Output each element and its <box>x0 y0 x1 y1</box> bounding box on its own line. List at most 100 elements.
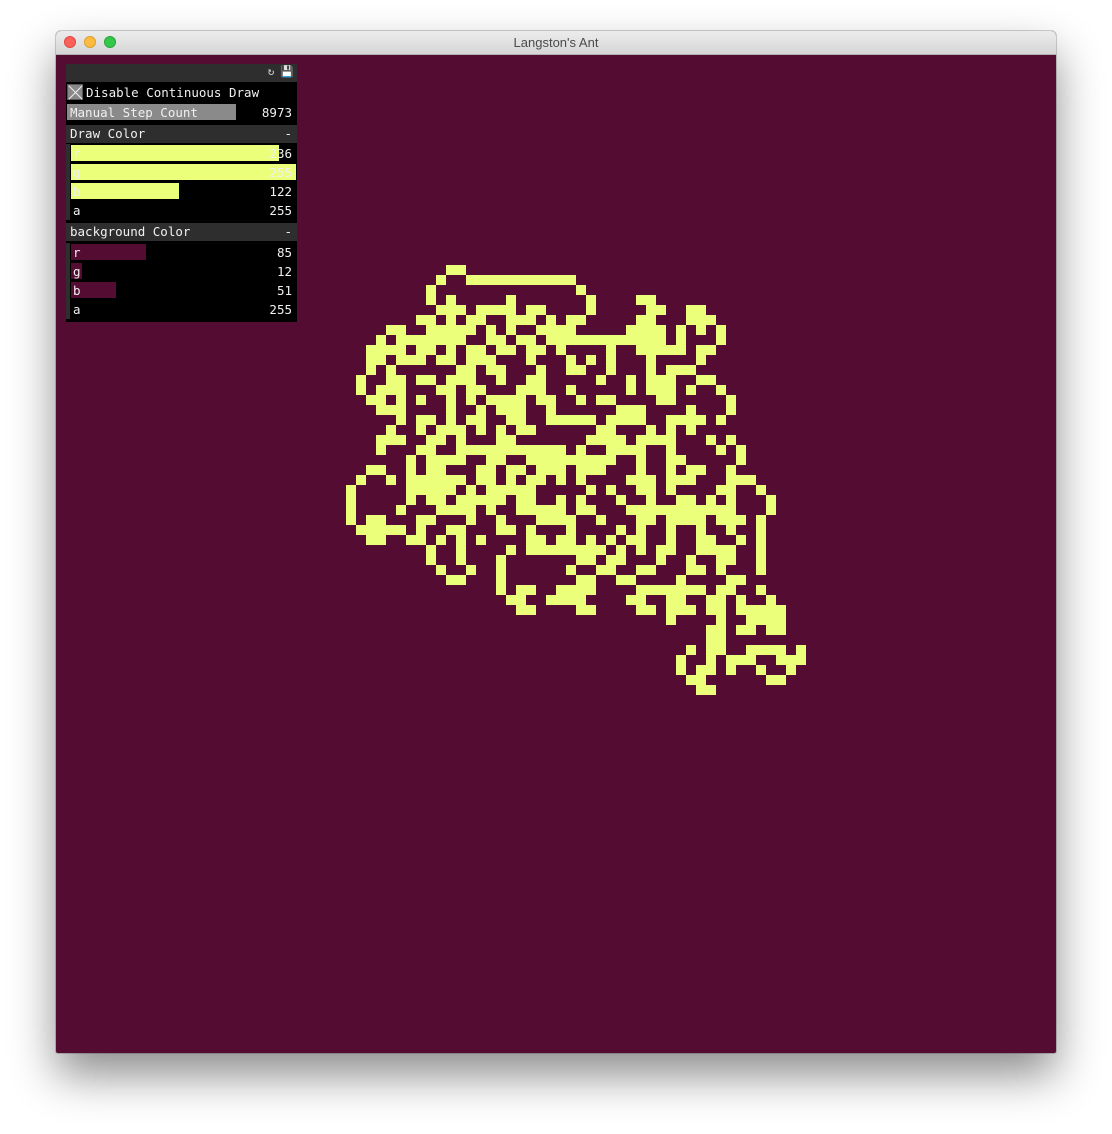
manual-step-count-slider[interactable]: Manual Step Count 8973 <box>66 103 297 122</box>
ant-cell <box>776 615 786 625</box>
ant-cell <box>566 365 576 375</box>
background-color-g-slider[interactable]: g 12 <box>66 262 297 281</box>
draw-color-r-slider[interactable]: r 236 <box>66 144 297 163</box>
ant-cell <box>566 385 576 395</box>
ant-cell <box>756 545 766 555</box>
ant-cell <box>766 505 776 515</box>
ant-cell <box>426 515 436 525</box>
collapse-draw-color-icon[interactable]: - <box>284 125 292 143</box>
ant-cell <box>606 355 616 365</box>
ant-cell <box>556 545 566 555</box>
ant-cell <box>496 365 506 375</box>
ant-cell <box>546 595 556 605</box>
ant-cell <box>736 575 746 585</box>
ant-cell <box>406 355 416 365</box>
background-color-group-header[interactable]: background Color - <box>66 223 297 241</box>
ant-cell <box>666 475 676 485</box>
save-icon[interactable]: 💾 <box>280 66 294 78</box>
background-color-a-slider[interactable]: a 255 <box>66 300 297 319</box>
ant-cell <box>396 505 406 515</box>
ant-cell <box>546 445 556 455</box>
ant-cell <box>726 545 736 555</box>
ant-cell <box>616 435 626 445</box>
ant-cell <box>516 415 526 425</box>
draw-color-group-header[interactable]: Draw Color - <box>66 125 297 143</box>
ant-cell <box>696 305 706 315</box>
checkbox-checked-icon[interactable] <box>67 84 83 100</box>
ant-cell <box>756 665 766 675</box>
draw-color-a-slider[interactable]: a 255 <box>66 201 297 220</box>
background-color-b-slider[interactable]: b 51 <box>66 281 297 300</box>
draw-color-b-slider[interactable]: b 122 <box>66 182 297 201</box>
reset-icon[interactable]: ↻ <box>265 66 277 78</box>
background-color-r-slider[interactable]: r 85 <box>66 243 297 262</box>
ant-cell <box>686 385 696 395</box>
ant-cell <box>526 335 536 345</box>
draw-color-g-slider[interactable]: g 255 <box>66 163 297 182</box>
ant-cell <box>426 435 436 445</box>
ant-cell <box>736 535 746 545</box>
ant-cell <box>696 565 706 575</box>
ant-cell <box>416 475 426 485</box>
ant-cell <box>746 645 756 655</box>
ant-cell <box>436 495 446 505</box>
ant-cell <box>476 535 486 545</box>
collapse-background-color-icon[interactable]: - <box>284 223 292 241</box>
ant-cell <box>576 285 586 295</box>
ant-cell <box>466 515 476 525</box>
ant-cell <box>726 495 736 505</box>
ant-cell <box>426 285 436 295</box>
ant-cell <box>536 475 546 485</box>
ant-cell <box>666 585 676 595</box>
ant-cell <box>596 375 606 385</box>
ant-cell <box>766 675 776 685</box>
ant-cell <box>456 365 466 375</box>
ant-cell <box>626 385 636 395</box>
slider-value: 122 <box>269 184 292 199</box>
ant-cell <box>636 335 646 345</box>
ant-cell <box>516 485 526 495</box>
ant-cell <box>676 335 686 345</box>
ant-cell <box>516 595 526 605</box>
ant-cell <box>526 545 536 555</box>
ant-cell <box>646 485 656 495</box>
ant-cell <box>636 505 646 515</box>
ant-cell <box>356 375 366 385</box>
ant-cell <box>536 345 546 355</box>
ant-cell <box>726 665 736 675</box>
ant-cell <box>536 465 546 475</box>
continuous-draw-toggle[interactable]: Disable Continuous Draw <box>66 83 297 102</box>
ant-cell <box>756 515 766 525</box>
ant-cell <box>576 445 586 455</box>
ant-cell <box>696 375 706 385</box>
ant-cell <box>416 315 426 325</box>
ant-cell <box>386 525 396 535</box>
slider-fill <box>71 145 279 161</box>
ant-cell <box>486 495 496 505</box>
ant-cell <box>576 505 586 515</box>
ant-cell <box>476 445 486 455</box>
ant-cell <box>486 335 496 345</box>
ant-cell <box>726 505 736 515</box>
ant-cell <box>366 535 376 545</box>
ant-cell <box>476 475 486 485</box>
ant-cell <box>766 645 776 655</box>
ant-cell <box>706 505 716 515</box>
ant-cell <box>646 375 656 385</box>
ant-cell <box>596 425 606 435</box>
ant-cell <box>626 325 636 335</box>
ant-cell <box>446 505 456 515</box>
ant-cell <box>496 275 506 285</box>
ant-cell <box>506 315 516 325</box>
ant-cell <box>526 345 536 355</box>
ant-cell <box>526 355 536 365</box>
ant-cell <box>756 485 766 495</box>
ant-cell <box>676 665 686 675</box>
ant-cell <box>616 335 626 345</box>
ant-cell <box>716 415 726 425</box>
ant-cell <box>406 485 416 495</box>
ant-cell <box>566 585 576 595</box>
ant-cell <box>546 325 556 335</box>
ant-cell <box>466 445 476 455</box>
ant-cell <box>526 425 536 435</box>
